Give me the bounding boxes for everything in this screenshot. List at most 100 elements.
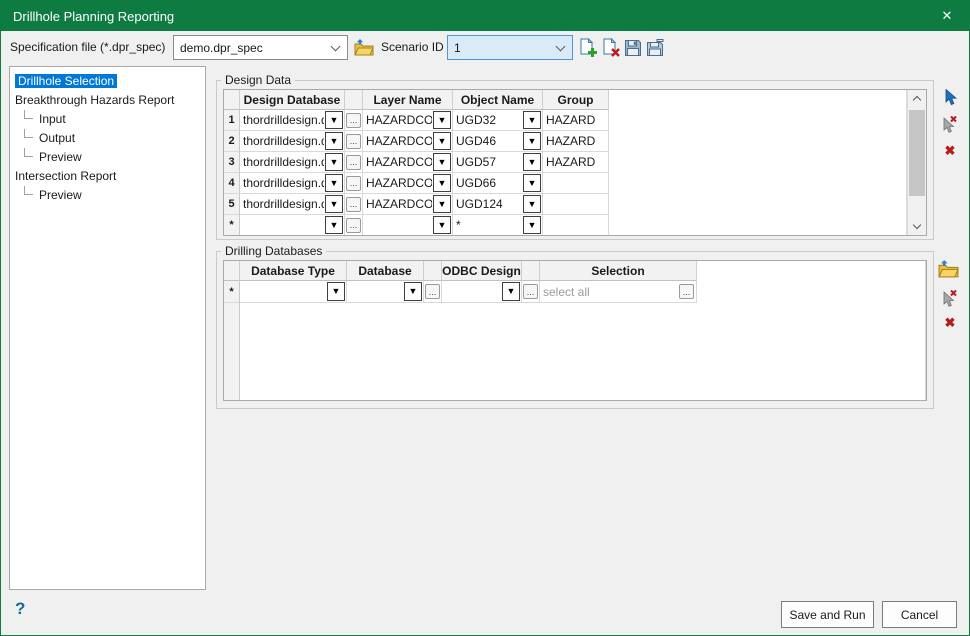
dropdown-arrow-icon: ▼ (330, 137, 339, 146)
object-name-cell[interactable]: UGD46▼ (453, 131, 543, 152)
group-cell[interactable]: HAZARD (543, 131, 609, 152)
drilling-deselect-rows-button[interactable] (939, 287, 961, 309)
column-header-odbc-design: ODBC Design (442, 261, 522, 281)
delete-scenario-button[interactable] (600, 37, 621, 58)
object-name-cell[interactable]: UGD66▼ (453, 173, 543, 194)
dropdown-button[interactable]: ▼ (433, 132, 451, 150)
dropdown-button[interactable]: ▼ (325, 111, 343, 129)
tree-item-input[interactable]: Input (10, 110, 205, 129)
layer-name-cell[interactable]: HAZARDCO▼ (363, 110, 453, 131)
dropdown-button[interactable]: ▼ (325, 174, 343, 192)
dropdown-button[interactable]: ▼ (433, 111, 451, 129)
tree-item-intersection-report[interactable]: Intersection Report (10, 167, 205, 186)
dropdown-button[interactable]: ▼ (325, 132, 343, 150)
grid-empty-area (609, 152, 907, 173)
dropdown-button[interactable]: ▼ (325, 195, 343, 213)
ellipsis-button[interactable]: ... (679, 284, 694, 299)
database-cell[interactable]: ▼ (347, 281, 424, 303)
ellipsis-button[interactable]: ... (346, 176, 361, 191)
ellipsis-button[interactable]: ... (346, 218, 361, 233)
tree-item-preview[interactable]: Preview (10, 148, 205, 167)
add-scenario-button[interactable] (577, 37, 598, 58)
design-database-cell[interactable]: thordrilldesign.dg▼ (240, 110, 345, 131)
object-name-cell[interactable]: UGD57▼ (453, 152, 543, 173)
dropdown-button[interactable]: ▼ (523, 132, 541, 150)
dropdown-button[interactable]: ▼ (404, 282, 422, 301)
tree-item-drillhole-selection[interactable]: Drillhole Selection (10, 72, 205, 91)
design-deselect-rows-button[interactable] (939, 113, 961, 135)
close-button[interactable]: ✕ (925, 1, 969, 31)
grid-empty-area (609, 194, 907, 215)
scroll-up-icon[interactable] (908, 90, 926, 107)
dropdown-button[interactable]: ▼ (433, 153, 451, 171)
design-delete-rows-button[interactable]: ✖ (939, 139, 961, 161)
object-name-cell[interactable]: *▼ (453, 215, 543, 236)
scenario-id-combobox[interactable]: 1 (447, 35, 573, 60)
dropdown-button[interactable]: ▼ (523, 153, 541, 171)
group-cell[interactable]: HAZARD (543, 110, 609, 131)
tree-item-breakthrough-hazards-report[interactable]: Breakthrough Hazards Report (10, 91, 205, 110)
row-marker: 5 (224, 194, 240, 215)
scrollbar-thumb[interactable] (909, 110, 925, 196)
dropdown-button[interactable]: ▼ (433, 174, 451, 192)
dropdown-button[interactable]: ▼ (523, 174, 541, 192)
layer-name-cell[interactable]: HAZARDCO▼ (363, 152, 453, 173)
database-type-cell[interactable]: ▼ (240, 281, 347, 303)
save-scenario-as-button[interactable] (644, 37, 665, 58)
ellipsis-button[interactable]: ... (346, 113, 361, 128)
odbc-design-cell[interactable]: ▼ (442, 281, 522, 303)
drilling-databases-group-title: Drilling Databases (221, 243, 326, 259)
design-database-cell[interactable]: thordrilldesign.dg ▼ (240, 131, 345, 152)
selection-cell[interactable]: select all... (540, 281, 697, 303)
ellipsis-button[interactable]: ... (346, 134, 361, 149)
scroll-down-icon[interactable] (908, 218, 926, 235)
object-name-cell[interactable]: UGD32▼ (453, 110, 543, 131)
dropdown-button[interactable]: ▼ (327, 282, 345, 301)
tree-panel: Drillhole SelectionBreakthrough Hazards … (9, 66, 206, 590)
cell-value: UGD124 (453, 197, 522, 211)
cancel-button[interactable]: Cancel (882, 601, 957, 628)
layer-name-cell[interactable]: HAZARDCO▼ (363, 194, 453, 215)
dropdown-button[interactable]: ▼ (523, 111, 541, 129)
drilling-open-database-button[interactable] (937, 258, 959, 280)
browse-spec-file-button[interactable] (353, 37, 374, 58)
dropdown-button[interactable]: ▼ (325, 216, 343, 234)
cell-value: HAZARDCO (363, 197, 432, 211)
cell-value: thordrilldesign.dg (240, 134, 324, 148)
tree-item-output[interactable]: Output (10, 129, 205, 148)
tree-item-preview[interactable]: Preview (10, 186, 205, 205)
design-database-cell[interactable]: thordrilldesign.dg▼ (240, 173, 345, 194)
save-scenario-button[interactable] (622, 37, 643, 58)
design-select-rows-button[interactable] (939, 86, 961, 108)
dropdown-button[interactable]: ▼ (325, 153, 343, 171)
spec-file-combobox[interactable]: demo.dpr_spec (173, 35, 348, 60)
drilling-delete-rows-button[interactable]: ✖ (939, 311, 961, 333)
group-cell[interactable]: HAZARD (543, 152, 609, 173)
dropdown-button[interactable]: ▼ (433, 216, 451, 234)
ellipsis-button[interactable]: ... (346, 155, 361, 170)
save-and-run-button[interactable]: Save and Run (781, 601, 874, 628)
object-name-cell[interactable]: UGD124▼ (453, 194, 543, 215)
layer-name-cell[interactable]: ▼ (363, 215, 453, 236)
title-bar: Drillhole Planning Reporting ✕ (1, 1, 969, 31)
grid-empty-area (697, 281, 926, 303)
group-cell[interactable] (543, 173, 609, 194)
design-database-cell[interactable]: thordrilldesign.dg▼ (240, 194, 345, 215)
design-grid-scrollbar[interactable] (907, 90, 926, 235)
column-header-database-type: Database Type (240, 261, 347, 281)
design-database-cell[interactable]: thordrilldesign.dg▼ (240, 152, 345, 173)
dropdown-button[interactable]: ▼ (433, 195, 451, 213)
dropdown-arrow-icon: ▼ (438, 221, 447, 230)
ellipsis-button[interactable]: ... (523, 284, 538, 299)
ellipsis-button[interactable]: ... (425, 284, 440, 299)
help-icon[interactable]: ? (15, 599, 25, 619)
layer-name-cell[interactable]: HAZARDCO▼ (363, 173, 453, 194)
design-database-cell[interactable]: ▼ (240, 215, 345, 236)
group-cell[interactable] (543, 194, 609, 215)
ellipsis-button[interactable]: ... (346, 197, 361, 212)
dropdown-button[interactable]: ▼ (502, 282, 520, 301)
group-cell[interactable] (543, 215, 609, 236)
dropdown-button[interactable]: ▼ (523, 216, 541, 234)
dropdown-button[interactable]: ▼ (523, 195, 541, 213)
layer-name-cell[interactable]: HAZARDCO▼ (363, 131, 453, 152)
